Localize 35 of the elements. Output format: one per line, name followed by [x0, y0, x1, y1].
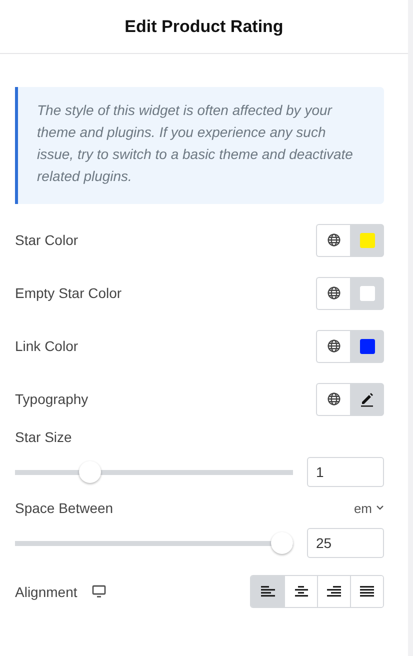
- align-left-button[interactable]: [251, 576, 284, 607]
- align-justify-button[interactable]: [350, 576, 383, 607]
- unit-dropdown[interactable]: em: [354, 500, 384, 516]
- globe-icon: [326, 286, 340, 300]
- alignment-label: Alignment: [15, 584, 78, 600]
- edit-button[interactable]: [350, 382, 384, 416]
- slider-thumb[interactable]: [271, 532, 293, 554]
- control-label: Typography: [15, 391, 88, 407]
- global-button[interactable]: [316, 224, 350, 256]
- align-left-icon: [260, 586, 274, 598]
- pencil-icon: [359, 391, 375, 407]
- slider-thumb[interactable]: [79, 461, 101, 483]
- slider-label: Star Size: [15, 429, 72, 445]
- align-right-icon: [327, 586, 341, 598]
- slider-label: Space Between: [15, 500, 114, 516]
- number-input[interactable]: 1: [307, 457, 384, 487]
- global-button[interactable]: [316, 276, 350, 310]
- globe-icon: [326, 233, 340, 247]
- desktop-icon: [92, 585, 106, 598]
- align-justify-icon: [360, 586, 374, 598]
- align-center-icon: [294, 586, 308, 598]
- panel-title: Edit Product Rating: [124, 16, 284, 36]
- number-input[interactable]: 25: [307, 528, 384, 558]
- notice-text: The style of this widget is often affected by your theme and plugins. If you experience any such issue, try to switch to a basic theme and deactivate related plugins.: [15, 87, 384, 204]
- global-button[interactable]: [316, 382, 350, 416]
- color-picker-button[interactable]: [350, 276, 384, 310]
- chevron-down-icon: [376, 505, 384, 511]
- globe-icon: [326, 339, 340, 353]
- control-label: Star Color: [15, 232, 78, 248]
- control-label: Empty Star Color: [15, 285, 122, 301]
- color-picker-button[interactable]: [350, 330, 384, 362]
- color-picker-button[interactable]: [350, 224, 384, 256]
- globe-icon: [326, 392, 340, 406]
- control-label: Link Color: [15, 338, 78, 354]
- global-button[interactable]: [316, 330, 350, 362]
